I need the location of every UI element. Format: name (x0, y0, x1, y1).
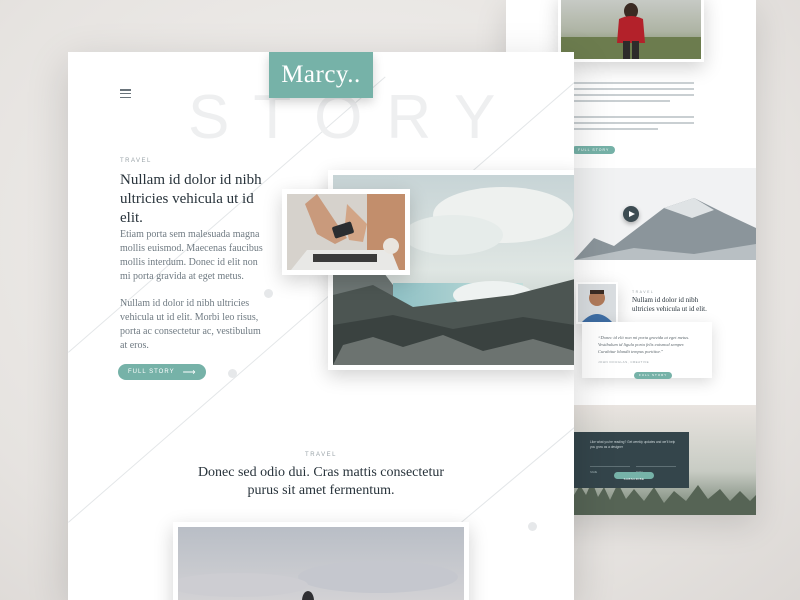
quote-full-story-button[interactable]: FULL STORY (634, 372, 673, 379)
play-button[interactable] (623, 206, 639, 222)
newsletter-subscribe-button[interactable]: SUBSCRIBE (614, 472, 654, 481)
newsletter-text: Like what you're reading? Get weekly upd… (590, 440, 676, 449)
profile-title: Nullam id dolor id nibh ultricies vehicu… (632, 296, 707, 313)
hero-kicker: TRAVEL (120, 158, 152, 164)
back-text-block-2 (574, 116, 694, 130)
bottom-photo (168, 527, 464, 600)
mountain-video-section (574, 168, 756, 260)
newsletter-email-field[interactable]: EMAIL (636, 460, 676, 474)
decor-dot (528, 522, 537, 531)
hero-paragraph-1: Etiam porta sem malesuada magna mollis e… (120, 229, 263, 282)
hiker-photo-frame (558, 0, 704, 62)
full-story-button[interactable]: FULL STORY ⟶ (118, 364, 207, 380)
section2-kicker: TRAVEL (305, 452, 337, 458)
newsletter-panel: Like what you're reading? Get weekly upd… (574, 432, 689, 488)
profile-photo (578, 284, 616, 322)
arrow-right-icon: ⟶ (182, 367, 197, 377)
back-full-story-button[interactable]: FULL STORY (572, 146, 616, 154)
hiker-photo (561, 0, 701, 59)
newsletter-name-field[interactable]: NAME (590, 460, 630, 474)
hero-paragraph-2: Nullam id dolor id nibh ultricies vehicu… (120, 298, 261, 351)
quote-author: JOHN DOUGLAS, CREATIVE (598, 360, 650, 364)
hero-title: Nullam id dolor id nibh ultricies vehicu… (120, 172, 262, 226)
section2-title: Donec sed odio dui. Cras mattis consecte… (197, 465, 445, 498)
profile-kicker: TRAVEL (632, 290, 655, 294)
main-page-preview: STORY TRAVEL Nullam id dolor id nibh ult… (68, 52, 574, 600)
quote-card: “Donec id elit non mi porta gravida at e… (582, 322, 712, 379)
bottom-photo-frame (168, 522, 469, 600)
menu-icon[interactable] (120, 89, 131, 100)
laptop-photo-frame (282, 189, 410, 275)
play-icon (629, 210, 635, 217)
decor-dot (228, 369, 237, 378)
laptop-photo (287, 194, 405, 270)
site-logo[interactable]: Marcy.. (269, 52, 373, 98)
quote-text: “Donec id elit non mi porta gravida at e… (598, 335, 690, 354)
back-text-block-1 (574, 82, 694, 102)
profile-photo-frame (576, 282, 618, 324)
mountain-photo (574, 168, 756, 260)
